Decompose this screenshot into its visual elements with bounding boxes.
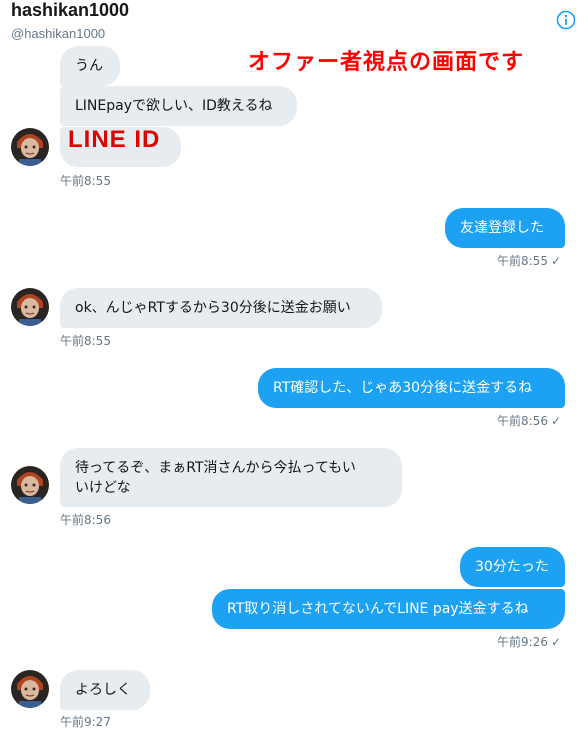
avatar-doll-icon bbox=[11, 466, 49, 504]
message-text: RT取り消しされてないんでLINE pay送金するね bbox=[227, 601, 529, 617]
message-timestamp: 午前8:55 ✓ bbox=[497, 254, 562, 268]
checkmark-icon: ✓ bbox=[550, 414, 562, 428]
message-bubble-incoming[interactable]: LINEpayで欲しい、ID教えるね bbox=[60, 86, 297, 126]
overlay-annotation: オファー者視点の画面です bbox=[248, 50, 525, 75]
avatar-doll-icon bbox=[11, 128, 49, 166]
message-text: ok、んじゃRTするから30分後に送金お願い bbox=[75, 300, 351, 316]
avatar[interactable] bbox=[11, 670, 49, 708]
message-bubble-incoming[interactable]: ok、んじゃRTするから30分後に送金お願い bbox=[60, 288, 382, 328]
message-text: RT確認した、じゃあ30分後に送金するね bbox=[273, 380, 533, 396]
info-icon[interactable] bbox=[556, 10, 576, 30]
avatar-doll-icon bbox=[11, 670, 49, 708]
message-text: うん bbox=[75, 58, 103, 74]
message-text: LINEpayで欲しい、ID教えるね bbox=[75, 98, 273, 114]
message-bubble-outgoing[interactable]: RT確認した、じゃあ30分後に送金するね bbox=[258, 368, 565, 408]
line-id-text: LINE ID bbox=[68, 126, 161, 153]
message-timestamp: 午前8:55 bbox=[60, 174, 111, 188]
conversation-header: hashikan1000 @hashikan1000 bbox=[0, 0, 588, 46]
conversation-handle: @hashikan1000 bbox=[11, 26, 106, 41]
message-timestamp: 午前8:56 ✓ bbox=[497, 414, 562, 428]
message-bubble-incoming[interactable]: 待ってるぞ、まぁRT消さんから今払ってもい いけどな bbox=[60, 448, 402, 507]
avatar[interactable] bbox=[11, 288, 49, 326]
avatar-doll-icon bbox=[11, 288, 49, 326]
message-timestamp: 午前9:26 ✓ bbox=[497, 635, 562, 649]
conversation-title[interactable]: hashikan1000 bbox=[11, 0, 129, 21]
message-bubble-incoming[interactable]: よろしく bbox=[60, 670, 150, 710]
message-timestamp: 午前8:55 bbox=[60, 334, 111, 348]
message-timestamp: 午前8:56 bbox=[60, 513, 111, 527]
message-bubble-outgoing[interactable]: RT取り消しされてないんでLINE pay送金するね bbox=[212, 589, 565, 629]
message-bubble-outgoing[interactable]: 30分たった bbox=[460, 547, 565, 587]
avatar[interactable] bbox=[11, 466, 49, 504]
message-text: よろしく bbox=[75, 682, 131, 698]
message-text: いけどな bbox=[75, 480, 131, 496]
message-text: 待ってるぞ、まぁRT消さんから今払ってもい bbox=[75, 460, 356, 476]
message-timestamp: 午前9:27 bbox=[60, 715, 111, 729]
message-text: 30分たった bbox=[475, 559, 549, 575]
message-bubble-incoming[interactable]: うん bbox=[60, 46, 120, 86]
checkmark-icon: ✓ bbox=[550, 254, 562, 268]
message-text: 友達登録した bbox=[460, 220, 544, 236]
checkmark-icon: ✓ bbox=[550, 635, 562, 649]
avatar[interactable] bbox=[11, 128, 49, 166]
message-bubble-incoming[interactable]: LINE ID bbox=[60, 127, 181, 167]
message-bubble-outgoing[interactable]: 友達登録した bbox=[445, 208, 565, 248]
